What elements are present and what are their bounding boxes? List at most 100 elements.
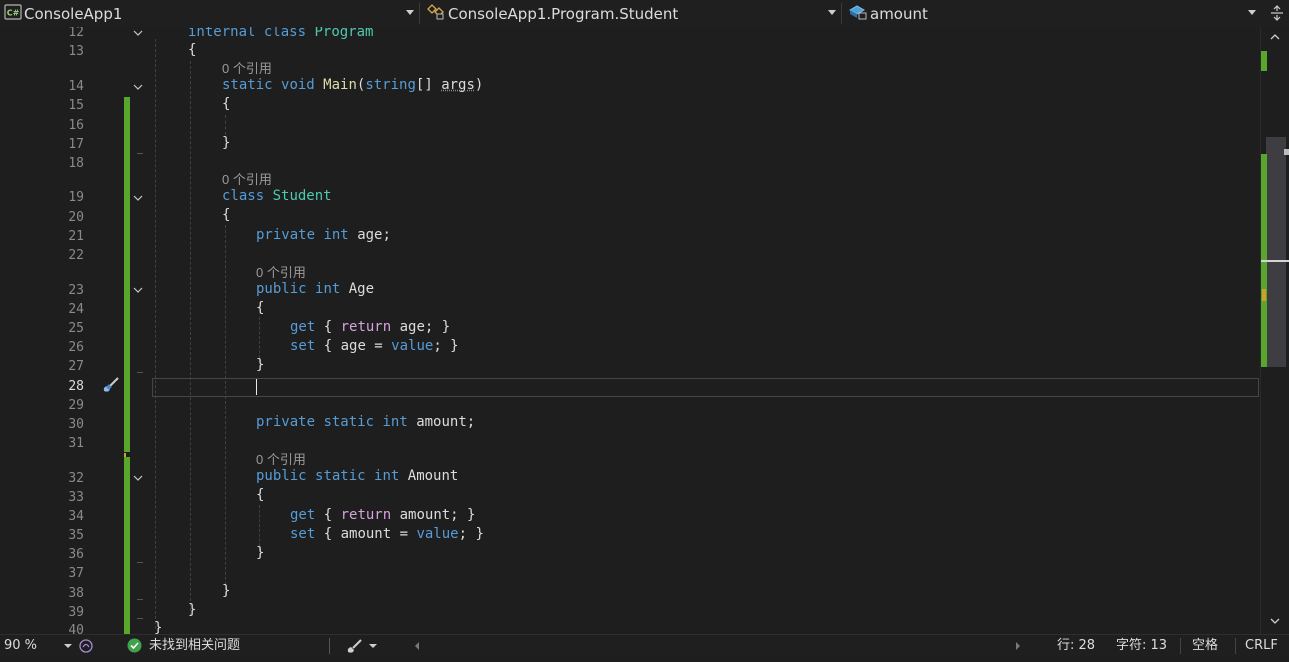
chevron-down-icon — [406, 10, 414, 15]
check-circle-icon — [127, 638, 142, 654]
copilot-icon[interactable] — [78, 638, 94, 654]
line-number: 40 — [0, 622, 84, 634]
outline-tick — [137, 618, 143, 620]
code-line: { — [222, 95, 230, 114]
chevron-down-icon — [64, 644, 72, 648]
line-number: 19 — [0, 189, 84, 207]
code-line: private int age; — [256, 226, 391, 245]
code-line: } — [256, 356, 264, 375]
text-caret — [256, 379, 257, 395]
code-line: private static int amount; — [256, 413, 475, 432]
line-number: 32 — [0, 470, 84, 488]
code-line: static void Main(string[] args) — [222, 76, 483, 95]
current-line-highlight — [152, 378, 1259, 397]
member-dropdown[interactable]: amount — [844, 0, 1260, 27]
svg-text:C#: C# — [7, 8, 20, 17]
line-number: 23 — [0, 282, 84, 300]
line-number: 25 — [0, 320, 84, 338]
codelens-references[interactable]: 0 个引用 — [222, 60, 272, 77]
line-number: 22 — [0, 247, 84, 265]
zoom-dropdown[interactable]: 90 % — [4, 635, 37, 657]
csharp-project-icon: C# — [4, 4, 22, 24]
codelens-references[interactable]: 0 个引用 — [256, 451, 306, 468]
line-number: 26 — [0, 339, 84, 357]
change-marker — [124, 457, 130, 634]
scroll-up-icon[interactable] — [1270, 33, 1280, 41]
code-line: get { return age; } — [290, 318, 450, 337]
code-editor[interactable]: 12 13 14 15 16 17 18 19 20 21 22 23 24 2… — [0, 27, 1260, 634]
indent-mode[interactable]: 空格 — [1192, 635, 1218, 657]
code-line: } — [222, 134, 230, 153]
codelens-references[interactable]: 0 个引用 — [222, 171, 272, 188]
caret-position-marker — [1261, 260, 1289, 262]
field-icon — [848, 3, 868, 25]
collapse-chevron-icon[interactable] — [133, 28, 143, 38]
code-line: } — [256, 544, 264, 563]
line-number: 33 — [0, 489, 84, 507]
collapse-chevron-icon[interactable] — [133, 473, 143, 483]
line-number: 24 — [0, 301, 84, 319]
outline-tick — [137, 599, 143, 601]
code-line: } — [222, 582, 230, 601]
line-number: 37 — [0, 565, 84, 583]
code-line: { — [222, 206, 230, 225]
code-line: set { age = value; } — [290, 337, 459, 356]
line-number: 36 — [0, 546, 84, 564]
chevron-down-icon — [369, 644, 377, 648]
project-dropdown-label: ConsoleApp1 — [24, 5, 122, 23]
issues-status[interactable]: 未找到相关问题 — [149, 635, 240, 657]
scroll-right-icon[interactable] — [1014, 641, 1022, 651]
code-line: class Student — [222, 187, 332, 206]
code-line: { — [188, 41, 196, 60]
split-window-icon[interactable] — [1269, 5, 1285, 21]
collapse-chevron-icon[interactable] — [133, 193, 143, 203]
chevron-down-icon — [828, 10, 836, 15]
line-number: 39 — [0, 604, 84, 622]
type-dropdown-label: ConsoleApp1.Program.Student — [448, 5, 678, 23]
outline-tick — [137, 562, 143, 564]
char-indicator[interactable]: 字符: 13 — [1116, 635, 1167, 657]
edit-overview-marker — [1262, 289, 1266, 301]
change-overview-marker — [1261, 51, 1267, 71]
line-number: 21 — [0, 228, 84, 246]
code-line: } — [188, 601, 196, 620]
change-marker — [124, 97, 130, 452]
code-line: } — [154, 619, 162, 634]
indent-guide — [225, 225, 226, 595]
code-line: public static int Amount — [256, 467, 458, 486]
quick-actions-brush-icon[interactable] — [101, 376, 121, 394]
scrollbar-thumb[interactable] — [1266, 137, 1286, 367]
scroll-down-icon[interactable] — [1270, 617, 1280, 625]
collapse-chevron-icon[interactable] — [133, 285, 143, 295]
divider — [419, 3, 420, 24]
line-ending[interactable]: CRLF — [1245, 635, 1278, 657]
scroll-left-icon[interactable] — [413, 641, 421, 651]
codelens-references[interactable]: 0 个引用 — [256, 264, 306, 281]
outline-tick — [137, 372, 143, 374]
line-number: 34 — [0, 508, 84, 526]
collapse-chevron-icon[interactable] — [133, 82, 143, 92]
code-line: public int Age — [256, 280, 374, 299]
line-number: 20 — [0, 209, 84, 227]
line-number: 18 — [0, 155, 84, 173]
overview-marker — [1284, 149, 1289, 155]
outline-tick — [137, 153, 143, 155]
divider — [329, 638, 330, 654]
code-line: get { return amount; } — [290, 506, 475, 525]
vertical-scrollbar[interactable] — [1260, 27, 1289, 634]
class-icon — [426, 3, 446, 25]
line-number-current: 28 — [0, 378, 84, 396]
outline-guide — [155, 39, 156, 629]
divider — [1235, 638, 1236, 654]
line-number: 31 — [0, 435, 84, 453]
line-indicator[interactable]: 行: 28 — [1057, 635, 1095, 657]
project-dropdown[interactable]: C# ConsoleApp1 — [0, 0, 418, 27]
line-number: 17 — [0, 136, 84, 154]
editor-status-bar: 90 % 未找到相关问题 行: 28 字符: 13 空格 CRLF — [0, 634, 1289, 657]
type-dropdown[interactable]: ConsoleApp1.Program.Student — [422, 0, 840, 27]
code-line: { — [256, 299, 264, 318]
code-cleanup-brush-icon[interactable] — [346, 638, 364, 654]
indent-guide — [225, 115, 226, 135]
line-number: 13 — [0, 43, 84, 61]
chevron-down-icon — [1248, 10, 1256, 15]
